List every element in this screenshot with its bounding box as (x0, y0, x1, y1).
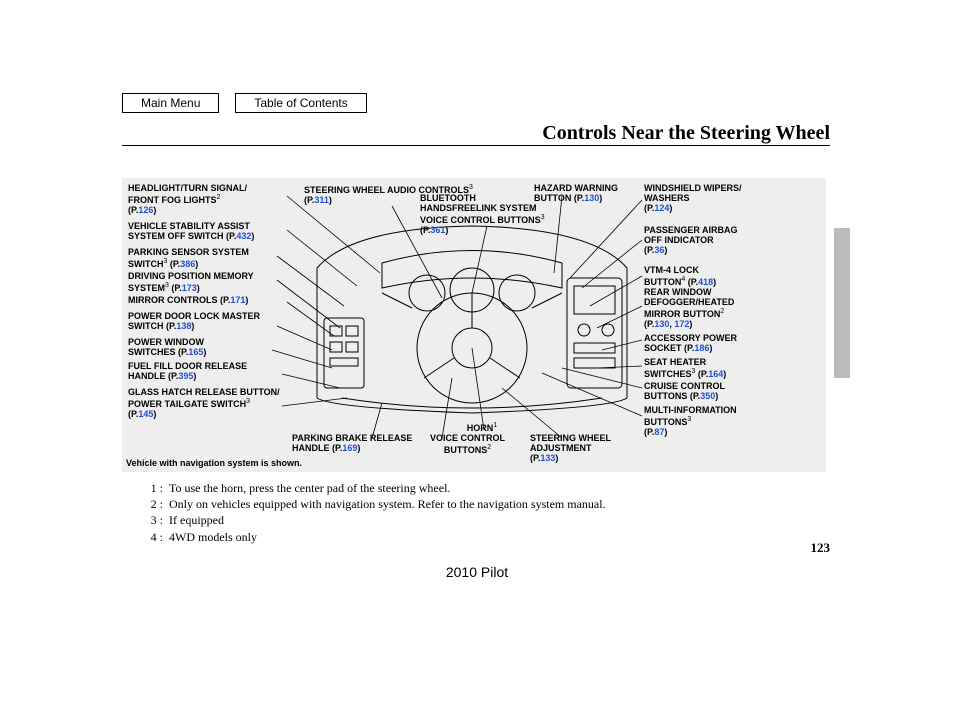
callout-multi-info: MULTI-INFORMATIONBUTTONS3 (P.87) (644, 406, 819, 438)
page-link[interactable]: 130 (584, 193, 599, 203)
page-link[interactable]: 361 (430, 225, 445, 235)
page-link[interactable]: 432 (236, 231, 251, 241)
page-link[interactable]: 386 (180, 259, 195, 269)
callout-power-window: POWER WINDOWSWITCHES (P.165) (128, 338, 303, 358)
page-link[interactable]: 130 (654, 319, 669, 329)
page-link[interactable]: 133 (540, 453, 555, 463)
section-tab (834, 228, 850, 378)
title-rule (122, 145, 830, 146)
page-link[interactable]: 169 (342, 443, 357, 453)
page-link[interactable]: 186 (694, 343, 709, 353)
page-title: Controls Near the Steering Wheel (542, 122, 830, 145)
page-link[interactable]: 138 (176, 321, 191, 331)
page-link[interactable]: 172 (674, 319, 689, 329)
callout-seat-heater: SEAT HEATERSWITCHES3 (P.164) (644, 358, 819, 380)
callout-rear-defogger: REAR WINDOWDEFOGGER/HEATEDMIRROR BUTTON2… (644, 288, 819, 330)
page-number: 123 (811, 540, 831, 556)
callout-voice-control: VOICE CONTROLBUTTONS2 (420, 434, 515, 456)
page-link[interactable]: 164 (708, 369, 723, 379)
callout-vtm4: VTM-4 LOCKBUTTON4 (P.418) (644, 266, 819, 288)
page-link[interactable]: 36 (654, 245, 664, 255)
page-link[interactable]: 87 (654, 427, 664, 437)
page-link[interactable]: 126 (138, 205, 153, 215)
callout-wipers: WINDSHIELD WIPERS/WASHERS (P.124) (644, 184, 819, 214)
page-link[interactable]: 311 (314, 195, 329, 205)
toc-button[interactable]: Table of Contents (235, 93, 366, 113)
callout-door-lock: POWER DOOR LOCK MASTERSWITCH (P.138) (128, 312, 303, 332)
diagram-panel: HEADLIGHT/TURN SIGNAL/FRONT FOG LIGHTS2 … (122, 178, 826, 472)
callout-cruise: CRUISE CONTROLBUTTONS (P.350) (644, 382, 819, 402)
callout-hazard: HAZARD WARNINGBUTTON (P.130) (534, 184, 644, 204)
page-link[interactable]: 124 (654, 203, 669, 213)
model-year: 2010 Pilot (0, 564, 954, 580)
footnotes: 1 :To use the horn, press the center pad… (135, 480, 606, 545)
callout-vsa: VEHICLE STABILITY ASSISTSYSTEM OFF SWITC… (128, 222, 303, 242)
callout-headlight: HEADLIGHT/TURN SIGNAL/FRONT FOG LIGHTS2 … (128, 184, 303, 216)
callout-airbag-off: PASSENGER AIRBAGOFF INDICATOR (P.36) (644, 226, 819, 256)
callout-steering-adj: STEERING WHEELADJUSTMENT (P.133) (530, 434, 640, 464)
page-link[interactable]: 395 (178, 371, 193, 381)
callout-parking-sensor: PARKING SENSOR SYSTEMSWITCH3 (P.386) (128, 248, 303, 270)
callout-driving-position: DRIVING POSITION MEMORYSYSTEM3 (P.173) (128, 272, 303, 294)
main-menu-button[interactable]: Main Menu (122, 93, 219, 113)
callout-fuel-fill: FUEL FILL DOOR RELEASEHANDLE (P.395) (128, 362, 303, 382)
page-link[interactable]: 418 (698, 277, 713, 287)
page-link[interactable]: 171 (230, 295, 245, 305)
callout-acc-power: ACCESSORY POWERSOCKET (P.186) (644, 334, 819, 354)
callout-mirror: MIRROR CONTROLS (P.171) (128, 296, 303, 306)
callout-horn: HORN1 (442, 422, 522, 434)
page-link[interactable]: 145 (138, 409, 153, 419)
page-link[interactable]: 165 (188, 347, 203, 357)
diagram-note: Vehicle with navigation system is shown. (126, 458, 302, 468)
page-link[interactable]: 173 (182, 283, 197, 293)
page-link[interactable]: 350 (700, 391, 715, 401)
callout-glass-hatch: GLASS HATCH RELEASE BUTTON/POWER TAILGAT… (128, 388, 323, 420)
